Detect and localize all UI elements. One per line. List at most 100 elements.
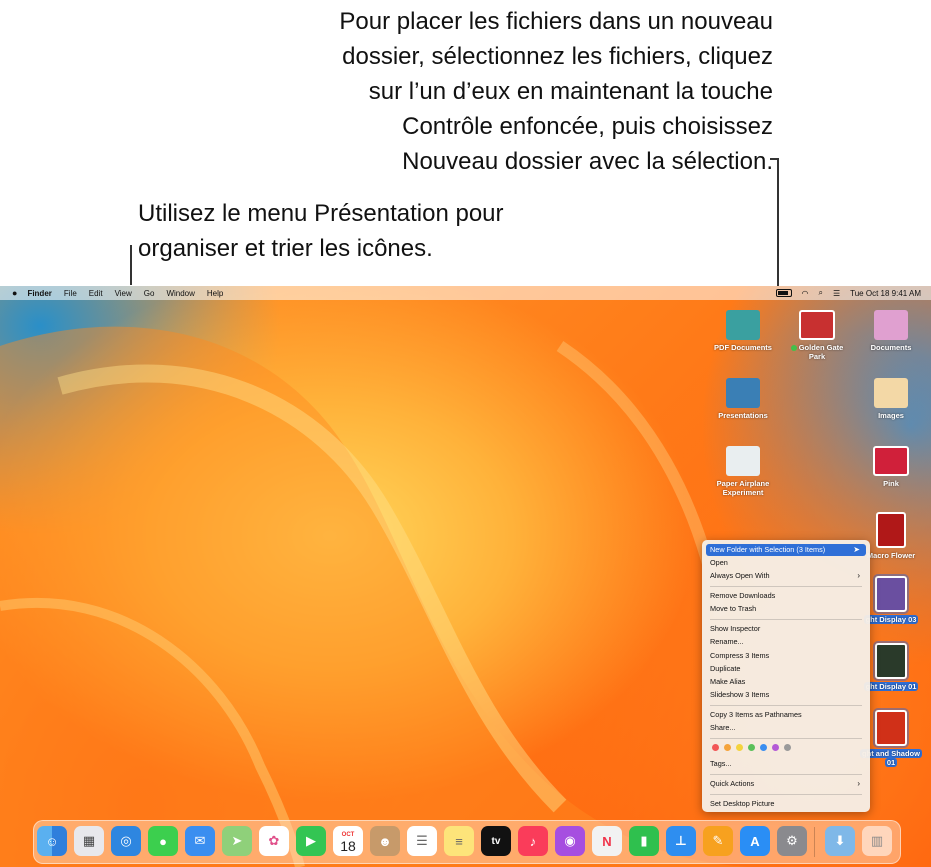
menu-help[interactable]: Help: [207, 289, 223, 298]
green-tag-icon: [790, 345, 797, 352]
menu-separator: [710, 619, 862, 620]
icon-label: Paper Airplane: [716, 479, 770, 488]
callout-line: sur l’un d’eux en maintenant la touche: [368, 78, 773, 105]
menu-finder[interactable]: Finder: [27, 289, 51, 298]
menu-item-label: Quick Actions: [710, 779, 755, 788]
menu-item-compress[interactable]: Compress 3 Items: [706, 650, 866, 662]
music-icon[interactable]: ♪: [518, 826, 548, 856]
downloads-folder-icon[interactable]: ⬇: [825, 826, 855, 856]
maps-icon[interactable]: ➤: [222, 826, 252, 856]
control-center-icon[interactable]: ☰: [833, 289, 840, 298]
menu-separator: [710, 705, 862, 706]
tag-yellow[interactable]: [736, 744, 743, 751]
stack-thumbnail: [874, 378, 908, 408]
menu-edit[interactable]: Edit: [89, 289, 103, 298]
menu-item-set-desktop-picture[interactable]: Set Desktop Picture: [706, 798, 866, 810]
menu-item-always-open-with[interactable]: Always Open With ›: [706, 570, 866, 582]
menu-item-make-alias[interactable]: Make Alias: [706, 676, 866, 688]
menu-bar: ● Finder File Edit View Go Window Help ◠…: [0, 286, 931, 300]
menu-item-label: Slideshow 3 Items: [710, 690, 770, 699]
menu-window[interactable]: Window: [166, 289, 194, 298]
pages-icon[interactable]: ✎: [703, 826, 733, 856]
stack-thumbnail: [874, 310, 908, 340]
menu-file[interactable]: File: [64, 289, 77, 298]
menu-item-tags[interactable]: Tags...: [706, 758, 866, 770]
tag-green[interactable]: [748, 744, 755, 751]
app-store-icon[interactable]: A: [740, 826, 770, 856]
photos-icon[interactable]: ✿: [259, 826, 289, 856]
notes-icon[interactable]: ≡: [444, 826, 474, 856]
desktop-icon-golden-gate-park[interactable]: Golden Gate Park: [782, 310, 852, 361]
system-settings-icon[interactable]: ⚙: [777, 826, 807, 856]
menu-item-move-to-trash[interactable]: Move to Trash: [706, 603, 866, 615]
icon-label: ght Display 03: [863, 615, 919, 624]
menu-item-label: New Folder with Selection (3 Items): [710, 545, 826, 554]
clock[interactable]: Tue Oct 18 9:41 AM: [850, 289, 921, 298]
document-thumbnail: [726, 446, 760, 476]
contacts-icon[interactable]: ☻: [370, 826, 400, 856]
callout-view-menu: Utilisez le menu Présentation pour organ…: [138, 196, 658, 266]
menu-separator: [710, 738, 862, 739]
mail-icon[interactable]: ✉: [185, 826, 215, 856]
image-thumbnail: [873, 708, 909, 748]
menu-item-copy-pathnames[interactable]: Copy 3 Items as Pathnames: [706, 709, 866, 721]
search-icon[interactable]: ⌕: [818, 288, 822, 298]
podcasts-icon[interactable]: ◉: [555, 826, 585, 856]
desktop-icon-paper-airplane[interactable]: Paper Airplane Experiment: [708, 446, 778, 497]
icon-label: PDF Documents: [714, 343, 772, 352]
menu-item-show-inspector[interactable]: Show Inspector: [706, 623, 866, 635]
tag-purple[interactable]: [772, 744, 779, 751]
trash-icon[interactable]: ▥: [862, 826, 892, 856]
menu-item-slideshow[interactable]: Slideshow 3 Items: [706, 689, 866, 701]
tag-blue[interactable]: [760, 744, 767, 751]
battery-icon[interactable]: [775, 289, 792, 297]
news-icon[interactable]: N: [592, 826, 622, 856]
tag-red[interactable]: [712, 744, 719, 751]
menu-item-remove-downloads[interactable]: Remove Downloads: [706, 590, 866, 602]
keynote-icon[interactable]: ⊥: [666, 826, 696, 856]
menu-item-rename[interactable]: Rename...: [706, 636, 866, 648]
desktop-icon-pdf-documents[interactable]: PDF Documents: [708, 310, 778, 352]
desktop-icon-images[interactable]: Images: [856, 378, 926, 420]
menu-item-label: Open: [710, 558, 728, 567]
apple-tv-icon[interactable]: tv: [481, 826, 511, 856]
menu-item-new-folder-with-selection[interactable]: New Folder with Selection (3 Items) ➤: [706, 544, 866, 556]
messages-icon[interactable]: ●: [148, 826, 178, 856]
desktop-icon-pink[interactable]: Pink: [856, 446, 926, 488]
finder-icon[interactable]: ☺: [37, 826, 67, 856]
callout-line: Nouveau dossier avec la sélection.: [402, 148, 773, 175]
desktop-icon-presentations[interactable]: Presentations: [708, 378, 778, 420]
apple-menu-icon[interactable]: ●: [12, 288, 17, 298]
menu-item-open[interactable]: Open: [706, 557, 866, 569]
menu-separator: [710, 794, 862, 795]
menu-go[interactable]: Go: [144, 289, 155, 298]
calendar-icon[interactable]: OCT 18: [333, 826, 363, 856]
menu-item-duplicate[interactable]: Duplicate: [706, 663, 866, 675]
chevron-right-icon: ›: [857, 571, 860, 580]
menu-view[interactable]: View: [115, 289, 132, 298]
safari-icon[interactable]: ◎: [111, 826, 141, 856]
menu-item-label: Show Inspector: [710, 624, 761, 633]
menu-item-quick-actions[interactable]: Quick Actions ›: [706, 778, 866, 790]
menu-separator: [710, 774, 862, 775]
tag-gray[interactable]: [784, 744, 791, 751]
callout-line: Utilisez le menu Présentation pour: [138, 200, 504, 227]
wifi-icon[interactable]: ◠: [802, 289, 809, 298]
image-thumbnail: [876, 512, 906, 548]
context-menu: New Folder with Selection (3 Items) ➤ Ope…: [702, 540, 870, 812]
launchpad-icon[interactable]: ▦: [74, 826, 104, 856]
callout-line: Contrôle enfoncée, puis choisissez: [402, 113, 773, 140]
facetime-icon[interactable]: ▶: [296, 826, 326, 856]
image-thumbnail: [873, 446, 909, 476]
calendar-day: 18: [340, 838, 356, 854]
reminders-icon[interactable]: ☰: [407, 826, 437, 856]
menu-item-label: Remove Downloads: [710, 591, 776, 600]
numbers-icon[interactable]: ▮: [629, 826, 659, 856]
menu-item-label: Set Desktop Picture: [710, 799, 775, 808]
menu-item-label: Tags...: [710, 759, 732, 768]
tag-orange[interactable]: [724, 744, 731, 751]
callout-new-folder: Pour placer les fichiers dans un nouveau…: [213, 4, 773, 179]
menu-item-label: Share...: [710, 723, 736, 732]
desktop-icon-documents[interactable]: Documents: [856, 310, 926, 352]
menu-item-share[interactable]: Share...: [706, 722, 866, 734]
